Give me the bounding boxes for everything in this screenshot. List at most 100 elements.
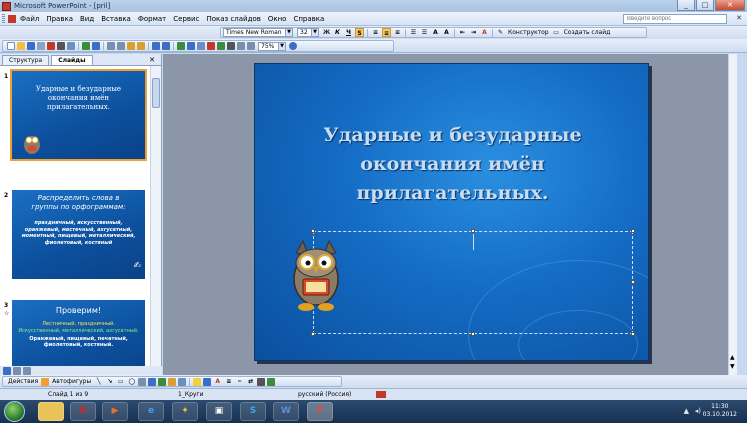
maximize-button[interactable]: □ bbox=[696, 0, 714, 11]
language-indicator[interactable]: русский (Россия) bbox=[298, 391, 351, 398]
shadow-button[interactable]: S bbox=[355, 28, 364, 37]
increase-font-icon[interactable]: A bbox=[431, 28, 440, 37]
opera-taskbar-icon[interactable]: O bbox=[70, 402, 96, 421]
utility-taskbar-icon[interactable]: ✦ bbox=[172, 402, 198, 421]
new-document-icon[interactable] bbox=[7, 42, 15, 50]
close-document-button[interactable]: ✕ bbox=[736, 14, 742, 22]
spelling-icon[interactable] bbox=[82, 42, 90, 50]
menu-edit[interactable]: Правка bbox=[46, 15, 73, 23]
save-icon[interactable] bbox=[27, 42, 35, 50]
desktop-taskbar-icon[interactable]: ▣ bbox=[206, 402, 232, 421]
media-player-taskbar-icon[interactable]: ▶ bbox=[102, 402, 128, 421]
insert-chart-icon[interactable] bbox=[177, 42, 185, 50]
tray-arrow-icon[interactable]: ▲ bbox=[684, 407, 689, 415]
slide-thumbnail-1[interactable]: Ударные и безударные окончания имён прил… bbox=[10, 69, 147, 161]
slide-sorter-icon[interactable] bbox=[13, 366, 21, 375]
wordart-icon[interactable] bbox=[148, 377, 157, 386]
redo-icon[interactable] bbox=[162, 42, 170, 50]
thumbnails-scrollbar[interactable] bbox=[150, 66, 161, 366]
close-window-button[interactable]: ✕ bbox=[715, 0, 745, 11]
line-color-icon[interactable] bbox=[203, 377, 212, 386]
copy-icon[interactable] bbox=[117, 42, 125, 50]
numbered-list-icon[interactable]: ☰ bbox=[409, 28, 418, 37]
research-icon[interactable] bbox=[92, 42, 100, 50]
current-slide[interactable]: Ударные и безударные окончания имён прил… bbox=[254, 63, 649, 361]
line-icon[interactable]: ╲ bbox=[94, 377, 103, 386]
fill-color-icon[interactable] bbox=[193, 377, 202, 386]
powerpoint-taskbar-icon[interactable]: P bbox=[307, 402, 333, 421]
menu-insert[interactable]: Вставка bbox=[101, 15, 131, 23]
shadow-style-icon[interactable] bbox=[257, 377, 266, 386]
arrow-icon[interactable]: ↘ bbox=[105, 377, 114, 386]
word-taskbar-icon[interactable]: W bbox=[273, 402, 299, 421]
print-icon[interactable] bbox=[57, 42, 65, 50]
new-slide-icon[interactable]: ▭ bbox=[552, 28, 561, 37]
resize-handle[interactable] bbox=[311, 332, 315, 336]
resize-handle[interactable] bbox=[471, 332, 475, 336]
tab-outline[interactable]: Структура bbox=[2, 55, 50, 65]
show-formatting-icon[interactable] bbox=[227, 42, 235, 50]
owl-clipart-icon[interactable] bbox=[287, 235, 345, 315]
italic-button[interactable]: К bbox=[333, 28, 342, 37]
rectangle-icon[interactable]: ▭ bbox=[116, 377, 125, 386]
decrease-font-icon[interactable]: A bbox=[442, 28, 451, 37]
new-slide-button[interactable]: Создать слайд bbox=[564, 29, 611, 36]
menu-window[interactable]: Окно bbox=[268, 15, 287, 23]
bold-button[interactable]: Ж bbox=[322, 28, 331, 37]
powerpoint-app-icon[interactable] bbox=[2, 1, 11, 11]
help-icon[interactable] bbox=[289, 42, 297, 50]
chevron-down-icon[interactable]: ▼ bbox=[311, 29, 318, 36]
cut-icon[interactable] bbox=[107, 42, 115, 50]
minimize-button[interactable]: _ bbox=[677, 0, 695, 11]
normal-view-icon[interactable] bbox=[3, 366, 11, 375]
slide-title[interactable]: Ударные и безударные окончания имён прил… bbox=[295, 121, 610, 208]
menu-tools[interactable]: Сервис bbox=[173, 15, 199, 23]
chevron-down-icon[interactable]: ▼ bbox=[285, 29, 292, 36]
clipart-icon[interactable] bbox=[168, 377, 177, 386]
align-left-icon[interactable]: ≡ bbox=[371, 28, 380, 37]
menu-slideshow[interactable]: Показ слайдов bbox=[206, 15, 260, 23]
slide-thumbnail-2[interactable]: Распределить слова в группы по орфограмм… bbox=[12, 190, 145, 279]
resize-handle[interactable] bbox=[631, 332, 635, 336]
underline-button[interactable]: Ч bbox=[344, 28, 353, 37]
explorer-taskbar-icon[interactable] bbox=[38, 402, 64, 421]
oval-icon[interactable]: ◯ bbox=[127, 377, 136, 386]
close-pane-button[interactable]: ✕ bbox=[149, 56, 155, 64]
help-search-input[interactable] bbox=[623, 14, 727, 24]
outdent-icon[interactable]: ⇥ bbox=[469, 28, 478, 37]
insert-picture-icon[interactable] bbox=[197, 42, 205, 50]
bulleted-list-icon[interactable]: ☰ bbox=[420, 28, 429, 37]
paste-icon[interactable] bbox=[127, 42, 135, 50]
volume-icon[interactable]: ◂) bbox=[695, 407, 701, 415]
skype-taskbar-icon[interactable]: S bbox=[240, 402, 266, 421]
next-slide-icon[interactable]: ▼ bbox=[730, 363, 735, 370]
font-color-icon[interactable]: A bbox=[213, 377, 222, 386]
menu-help[interactable]: Справка bbox=[293, 15, 324, 23]
tab-slides[interactable]: Слайды bbox=[51, 55, 93, 65]
zoom-combo[interactable]: 75% ▼ bbox=[258, 41, 286, 51]
document-icon[interactable] bbox=[8, 14, 16, 23]
toolbar-grip[interactable] bbox=[2, 14, 5, 23]
3d-style-icon[interactable] bbox=[267, 377, 276, 386]
resize-handle[interactable] bbox=[311, 229, 315, 233]
grid-icon[interactable] bbox=[237, 42, 245, 50]
insert-hyperlink-icon[interactable] bbox=[207, 42, 215, 50]
select-objects-icon[interactable] bbox=[41, 377, 50, 386]
picture-icon[interactable] bbox=[178, 377, 187, 386]
menu-view[interactable]: Вид bbox=[80, 15, 94, 23]
designer-icon[interactable]: ✎ bbox=[496, 28, 505, 37]
dash-style-icon[interactable]: ┅ bbox=[235, 377, 244, 386]
clock[interactable]: 11:30 03.10.2012 bbox=[703, 403, 737, 419]
arrow-style-icon[interactable]: ⇄ bbox=[246, 377, 255, 386]
slide-scrollbar[interactable]: ▲ ▼ bbox=[728, 54, 737, 375]
textbox-icon[interactable] bbox=[138, 377, 147, 386]
email-icon[interactable] bbox=[47, 42, 55, 50]
print-preview-icon[interactable] bbox=[67, 42, 75, 50]
diagram-icon[interactable] bbox=[158, 377, 167, 386]
line-style-icon[interactable]: ≡ bbox=[224, 377, 233, 386]
scrollbar-thumb[interactable] bbox=[152, 78, 160, 108]
font-size-combo[interactable]: 32 ▼ bbox=[297, 28, 319, 37]
font-color-icon[interactable]: A bbox=[480, 28, 489, 37]
expand-all-icon[interactable] bbox=[217, 42, 225, 50]
prev-slide-icon[interactable]: ▲ bbox=[730, 354, 735, 361]
